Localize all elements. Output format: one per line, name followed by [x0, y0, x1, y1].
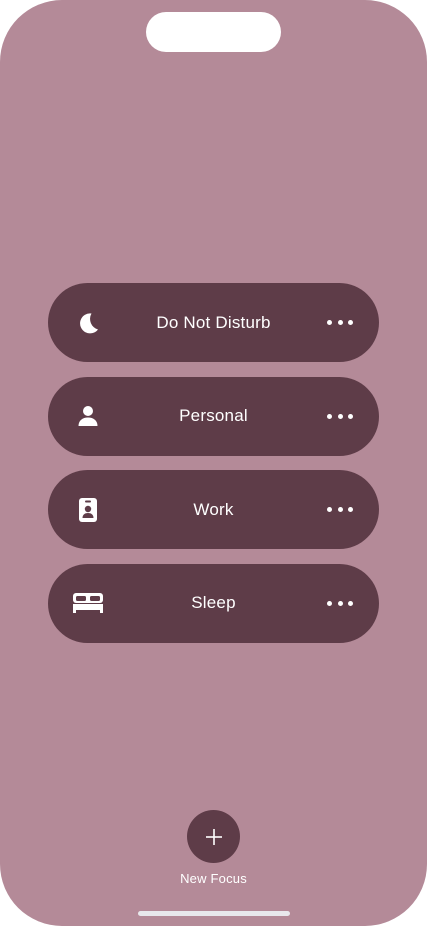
- focus-personal[interactable]: Personal: [48, 376, 379, 456]
- focus-sleep[interactable]: Sleep: [48, 563, 379, 643]
- new-focus-button[interactable]: [187, 810, 240, 863]
- focus-work[interactable]: Work: [48, 470, 379, 549]
- home-indicator[interactable]: [138, 911, 290, 916]
- dynamic-island: [146, 12, 281, 52]
- screen: Do Not Disturb Personal Work Sleep New F…: [0, 0, 427, 926]
- more-icon[interactable]: [327, 593, 353, 613]
- more-icon[interactable]: [327, 500, 353, 520]
- focus-list: Do Not Disturb Personal Work Sleep: [48, 283, 379, 657]
- more-icon[interactable]: [327, 406, 353, 426]
- plus-icon: [205, 828, 223, 846]
- focus-do-not-disturb[interactable]: Do Not Disturb: [48, 283, 379, 362]
- more-icon[interactable]: [327, 313, 353, 333]
- new-focus-label: New Focus: [180, 871, 247, 886]
